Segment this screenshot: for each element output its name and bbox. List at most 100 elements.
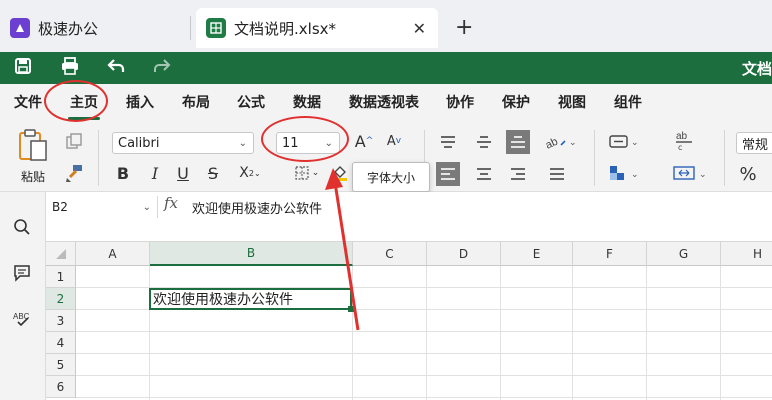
menu-components[interactable]: 组件 bbox=[614, 92, 642, 112]
svg-text:c: c bbox=[678, 143, 682, 151]
ribbon-divider bbox=[594, 130, 595, 186]
menu-home[interactable]: 主页 bbox=[68, 92, 100, 120]
ribbon-tabs: 文件 主页 插入 布局 公式 数据 数据透视表 协作 保护 视图 组件 bbox=[0, 84, 772, 122]
svg-text:⌄: ⌄ bbox=[569, 138, 577, 148]
search-icon[interactable] bbox=[13, 218, 31, 240]
print-icon[interactable] bbox=[60, 57, 80, 80]
grid-line bbox=[76, 353, 772, 354]
formula-bar: B2 ⌄ fx 欢迎使用极速办公软件 bbox=[46, 192, 772, 242]
svg-text:⌄: ⌄ bbox=[631, 138, 639, 148]
tab-label: 极速办公 bbox=[38, 19, 99, 38]
grid-line bbox=[76, 375, 772, 376]
column-header-h[interactable]: H bbox=[721, 242, 772, 266]
align-left-icon[interactable] bbox=[436, 162, 460, 186]
svg-text:ab: ab bbox=[676, 131, 688, 142]
align-center-icon[interactable] bbox=[474, 164, 494, 184]
menu-collaborate[interactable]: 协作 bbox=[446, 92, 474, 112]
menu-view[interactable]: 视图 bbox=[558, 92, 586, 112]
italic-button[interactable]: I bbox=[146, 162, 164, 184]
chevron-down-icon: ⌄ bbox=[142, 201, 151, 213]
save-icon[interactable] bbox=[14, 57, 32, 80]
window-title: 文档 bbox=[741, 60, 772, 78]
column-header-f[interactable]: F bbox=[573, 242, 647, 266]
bold-button[interactable]: B bbox=[114, 162, 132, 184]
row-header-5[interactable]: 5 bbox=[46, 354, 76, 376]
wrap-text-icon[interactable] bbox=[546, 164, 568, 184]
comment-icon[interactable] bbox=[13, 264, 31, 286]
row-header-2[interactable]: 2 bbox=[46, 288, 76, 310]
column-header-d[interactable]: D bbox=[427, 242, 501, 266]
borders-icon[interactable]: ⌄ bbox=[290, 162, 324, 184]
decrease-font-icon[interactable]: Av bbox=[384, 130, 404, 152]
cell-style-icon[interactable]: ⌄ bbox=[606, 130, 642, 152]
grid-line bbox=[646, 266, 647, 400]
merge-cells-icon[interactable]: ab c bbox=[672, 128, 696, 152]
name-box-value: B2 bbox=[52, 200, 68, 214]
copy-icon[interactable] bbox=[62, 130, 86, 152]
cell-b2[interactable]: 欢迎使用极速办公软件 bbox=[149, 288, 354, 312]
font-name-select[interactable]: Calibri ⌄ bbox=[112, 132, 254, 154]
strikethrough-button[interactable]: S bbox=[204, 162, 222, 184]
row-header-1[interactable]: 1 bbox=[46, 266, 76, 288]
function-icon[interactable]: fx bbox=[164, 194, 178, 212]
column-header-b[interactable]: B bbox=[150, 242, 353, 266]
tab-document[interactable]: 文档说明.xlsx* ✕ bbox=[196, 8, 438, 48]
spellcheck-icon[interactable]: ABC bbox=[12, 310, 34, 332]
underline-button[interactable]: U bbox=[174, 162, 192, 184]
row-header-6[interactable]: 6 bbox=[46, 376, 76, 398]
font-name-value: Calibri bbox=[118, 135, 160, 151]
redo-icon[interactable] bbox=[152, 57, 172, 80]
svg-text:ab: ab bbox=[544, 136, 560, 150]
fill-handle[interactable] bbox=[348, 306, 354, 312]
row-header-4[interactable]: 4 bbox=[46, 332, 76, 354]
paste-icon[interactable] bbox=[16, 128, 50, 162]
column-header-g[interactable]: G bbox=[647, 242, 721, 266]
close-icon[interactable]: ✕ bbox=[413, 19, 426, 38]
column-header-a[interactable]: A bbox=[76, 242, 150, 266]
left-side-pane: ABC bbox=[0, 192, 46, 400]
menu-protect[interactable]: 保护 bbox=[502, 92, 530, 112]
grid-line bbox=[76, 397, 772, 398]
name-box[interactable]: B2 ⌄ bbox=[46, 196, 158, 218]
grid-line bbox=[500, 266, 501, 400]
ribbon-divider bbox=[724, 130, 725, 186]
spreadsheet-icon bbox=[206, 18, 226, 38]
subscript-icon[interactable]: X 2 ⌄ bbox=[236, 162, 264, 184]
tab-label: 文档说明.xlsx* bbox=[234, 19, 337, 38]
menu-insert[interactable]: 插入 bbox=[126, 92, 154, 112]
align-bottom-icon[interactable] bbox=[506, 130, 530, 154]
column-header-c[interactable]: C bbox=[353, 242, 427, 266]
increase-font-icon[interactable]: A ^ bbox=[354, 130, 374, 152]
new-tab-button[interactable]: + bbox=[455, 15, 473, 40]
font-size-tooltip: 字体大小 bbox=[352, 162, 430, 192]
formula-input[interactable]: 欢迎使用极速办公软件 bbox=[192, 198, 322, 217]
svg-text:⌄: ⌄ bbox=[699, 170, 707, 180]
fill-color-icon[interactable] bbox=[330, 162, 350, 184]
menu-file[interactable]: 文件 bbox=[14, 92, 42, 112]
title-bar: 文档 bbox=[0, 52, 772, 84]
align-top-icon[interactable] bbox=[438, 132, 458, 152]
font-size-value: 11 bbox=[282, 135, 299, 151]
column-header-e[interactable]: E bbox=[501, 242, 573, 266]
tab-app-home[interactable]: 极速办公 bbox=[10, 8, 190, 48]
conditional-format-icon[interactable]: ⌄ bbox=[606, 162, 642, 184]
select-all-corner[interactable] bbox=[46, 242, 76, 266]
undo-icon[interactable] bbox=[106, 57, 126, 80]
grid-line bbox=[720, 266, 721, 400]
grid-line bbox=[76, 331, 772, 332]
menu-layout[interactable]: 布局 bbox=[182, 92, 210, 112]
text-orientation-icon[interactable]: ab ⌄ bbox=[542, 130, 578, 152]
align-middle-icon[interactable] bbox=[474, 132, 494, 152]
number-format-select[interactable]: 常规 bbox=[736, 132, 772, 154]
grid-line bbox=[149, 266, 150, 400]
menu-formula[interactable]: 公式 bbox=[237, 92, 265, 112]
row-header-3[interactable]: 3 bbox=[46, 310, 76, 332]
font-size-select[interactable]: 11 ⌄ bbox=[276, 132, 340, 154]
insert-cells-icon[interactable]: ⌄ bbox=[670, 162, 710, 184]
menu-data[interactable]: 数据 bbox=[293, 92, 321, 112]
align-right-icon[interactable] bbox=[508, 164, 528, 184]
percent-button[interactable]: % bbox=[736, 162, 760, 186]
menu-pivot-table[interactable]: 数据透视表 bbox=[349, 92, 419, 112]
format-painter-icon[interactable] bbox=[62, 162, 86, 184]
chevron-down-icon: ⌄ bbox=[324, 137, 333, 149]
